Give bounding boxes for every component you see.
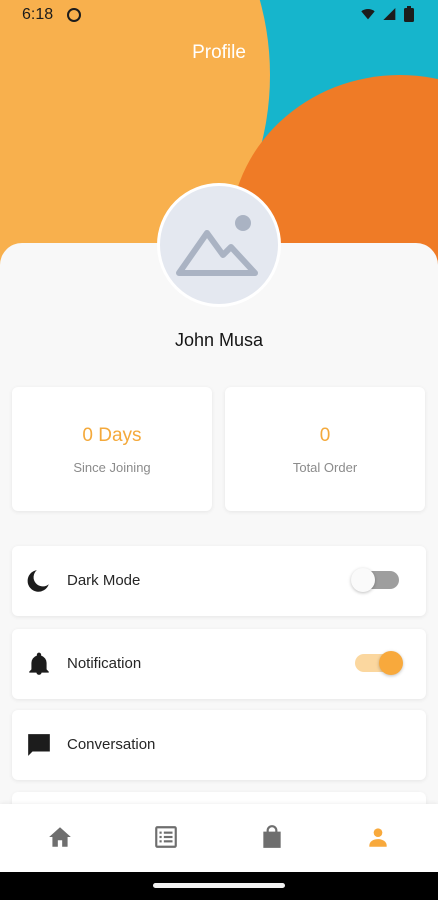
system-icons: [360, 6, 414, 22]
avatar[interactable]: [157, 183, 281, 307]
settings-row-dark-mode[interactable]: Dark Mode: [12, 546, 426, 616]
profile-name: John Musa: [174, 330, 264, 350]
gesture-bar: [0, 872, 438, 900]
dark-mode-toggle[interactable]: [351, 568, 399, 592]
list-icon[interactable]: [153, 824, 179, 850]
stat-label: Since Joining: [73, 460, 151, 475]
status-bar: 6:18: [0, 0, 438, 30]
profile-screen: 6:18 Profile John Musa 0 Days Since Join…: [0, 0, 438, 900]
moon-icon: [27, 570, 49, 592]
status-notification-icon: [67, 8, 81, 22]
notification-toggle[interactable]: [355, 651, 403, 675]
stat-label: Total Order: [292, 460, 358, 475]
toggle-thumb: [351, 568, 375, 592]
toggle-thumb: [379, 651, 403, 675]
settings-row-label: Conversation: [67, 736, 156, 753]
image-placeholder-icon: [176, 215, 258, 276]
stat-card-joining: 0 Days Since Joining: [12, 387, 212, 511]
settings-row-notification[interactable]: Notification: [12, 629, 426, 699]
bottom-nav: [0, 804, 438, 872]
signal-icon: [383, 8, 396, 20]
settings-row-conversation[interactable]: Conversation: [12, 710, 426, 780]
stat-card-orders: 0 Total Order: [225, 387, 425, 511]
settings-row-label: Dark Mode: [67, 572, 141, 589]
stat-value: 0: [319, 425, 331, 446]
home-indicator[interactable]: [153, 883, 285, 888]
home-icon[interactable]: [47, 824, 73, 850]
wifi-icon: [361, 9, 375, 20]
chat-icon: [28, 734, 50, 756]
settings-row-label: Notification: [67, 655, 142, 672]
person-icon[interactable]: [365, 824, 391, 850]
bell-icon: [29, 652, 49, 675]
status-time: 6:18: [22, 6, 54, 23]
page-title: Profile: [192, 42, 246, 63]
stat-value: 0 Days: [82, 425, 142, 446]
battery-icon: [404, 6, 414, 22]
shopping-bag-icon[interactable]: [259, 824, 285, 850]
